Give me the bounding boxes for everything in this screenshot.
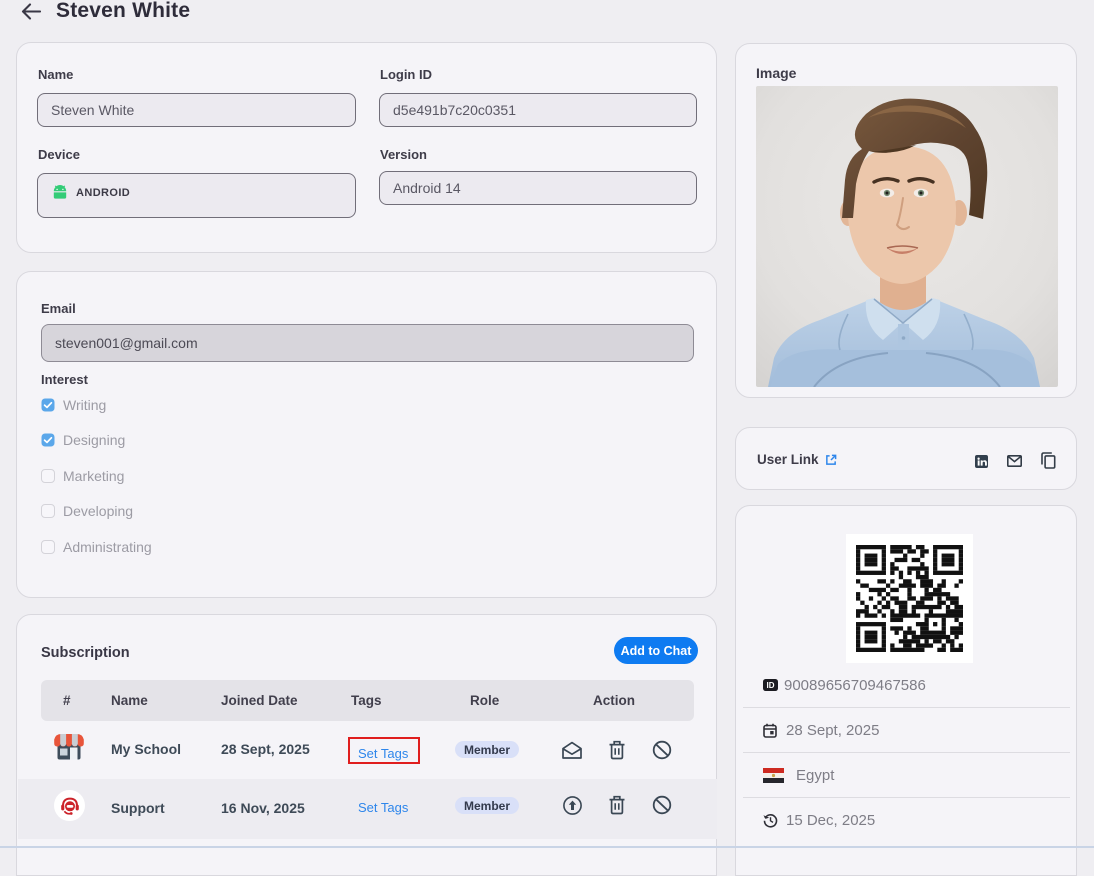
svg-text:ID: ID [767, 681, 775, 690]
